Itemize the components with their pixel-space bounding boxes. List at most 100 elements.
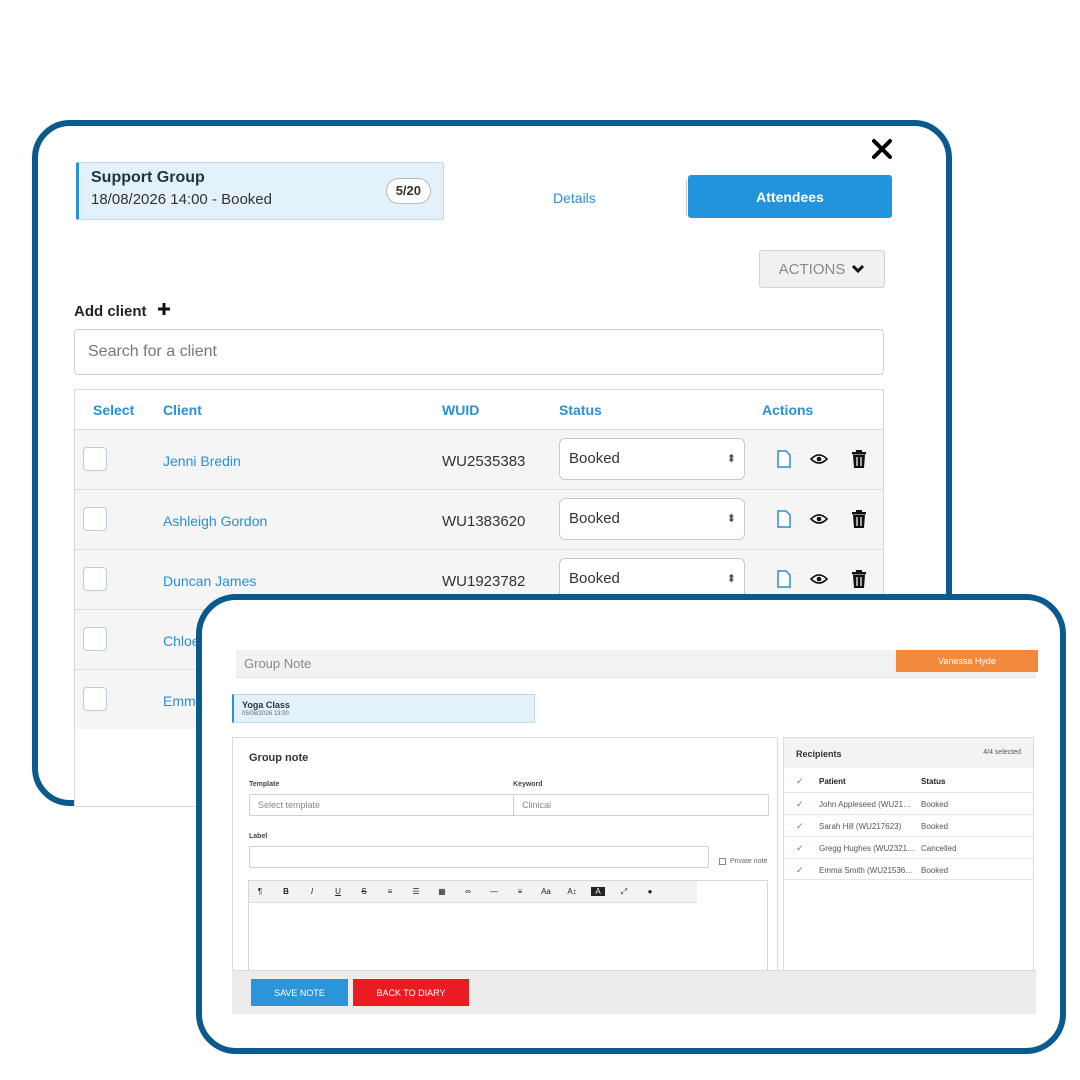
add-client-button[interactable]: Add client xyxy=(74,302,171,320)
select-arrows-icon: ⬍ xyxy=(726,573,736,585)
row-select-checkbox[interactable] xyxy=(83,567,107,591)
status-select[interactable]: Booked ⬍ xyxy=(559,438,745,480)
template-select[interactable]: Select template xyxy=(249,794,531,816)
italic-icon[interactable]: I xyxy=(301,887,323,896)
trash-icon[interactable] xyxy=(848,568,870,590)
keyword-label: Keyword xyxy=(513,781,543,788)
keyword-field[interactable]: Clinical xyxy=(513,794,769,816)
highlight-icon[interactable]: ● xyxy=(639,887,661,896)
trash-icon[interactable] xyxy=(848,448,870,470)
plus-icon xyxy=(157,302,171,320)
table-row: Ashleigh Gordon WU1383620 Booked ⬍ xyxy=(75,489,883,549)
patient-status: Booked xyxy=(921,822,949,831)
recipients-count: 4/4 selected xyxy=(983,749,1021,756)
row-select-checkbox[interactable] xyxy=(83,627,107,651)
list-item: ✓ Sarah Hill (WU217623) Booked xyxy=(784,814,1033,836)
column-header-select: Select xyxy=(93,402,135,418)
client-name-link[interactable]: Duncan James xyxy=(163,573,256,589)
tab-attendees[interactable]: Attendees xyxy=(688,175,892,218)
align-icon[interactable]: ≡ xyxy=(509,887,531,896)
event-datetime: 05/08/2026 13:00 xyxy=(242,711,289,717)
font-size-icon[interactable]: Aa xyxy=(535,887,557,896)
user-badge[interactable]: Vanessa Hyde xyxy=(896,650,1038,672)
column-header-client: Client xyxy=(163,402,202,418)
check-icon[interactable]: ✓ xyxy=(796,821,806,831)
editor-toolbar: ¶ B I U S ≡ ☰ ▦ ∞ — ≡ Aa A↕ A ⤢ ● xyxy=(249,881,697,903)
label-field[interactable] xyxy=(249,846,709,868)
recipients-panel: Recipients 4/4 selected ✓ Patient Status… xyxy=(783,737,1034,970)
private-note-label: Private note xyxy=(730,858,768,865)
recipients-header-row: ✓ Patient Status xyxy=(784,770,1033,792)
form-footer: SAVE NOTE BACK TO DIARY xyxy=(232,970,1036,1014)
actions-dropdown-button[interactable]: ACTIONS xyxy=(759,250,885,288)
checkbox-icon xyxy=(719,858,726,865)
tab-divider xyxy=(686,180,687,216)
bullet-list-icon[interactable]: ≡ xyxy=(379,887,401,896)
recipients-title: Recipients xyxy=(796,749,842,759)
underline-icon[interactable]: U xyxy=(327,887,349,896)
group-session-card: Support Group 18/08/2026 14:00 - Booked … xyxy=(76,162,444,220)
list-item: ✓ Gregg Hughes (WU2321… Cancelled xyxy=(784,836,1033,858)
row-select-checkbox[interactable] xyxy=(83,507,107,531)
status-select-value: Booked xyxy=(569,450,620,467)
numbered-list-icon[interactable]: ☰ xyxy=(405,887,427,896)
check-icon[interactable]: ✓ xyxy=(796,799,806,809)
bold-icon[interactable]: B xyxy=(275,887,297,896)
row-select-checkbox[interactable] xyxy=(83,447,107,471)
select-arrows-icon: ⬍ xyxy=(726,513,736,525)
document-icon[interactable] xyxy=(773,508,795,530)
client-wuid: WU2535383 xyxy=(442,453,526,470)
recipients-header: Recipients 4/4 selected xyxy=(784,738,1033,768)
event-card: Yoga Class 05/08/2026 13:00 xyxy=(232,694,535,723)
status-select[interactable]: Booked ⬍ xyxy=(559,498,745,540)
text-color-icon[interactable]: A xyxy=(591,887,605,896)
page-title: Group Note xyxy=(244,656,312,671)
trash-icon[interactable] xyxy=(848,508,870,530)
client-name-link[interactable]: Jenni Bredin xyxy=(163,453,241,469)
select-all-check-icon[interactable]: ✓ xyxy=(796,776,806,786)
check-icon[interactable]: ✓ xyxy=(796,843,806,853)
client-wuid: WU1923782 xyxy=(442,573,526,590)
back-to-diary-button[interactable]: BACK TO DIARY xyxy=(353,979,469,1006)
rich-text-editor[interactable]: ¶ B I U S ≡ ☰ ▦ ∞ — ≡ Aa A↕ A ⤢ ● xyxy=(248,880,768,976)
client-search-input[interactable] xyxy=(74,329,884,375)
column-header-patient: Patient xyxy=(819,777,846,786)
patient-name: Emma Smith (WU21536… xyxy=(819,866,914,875)
select-arrows-icon: ⬍ xyxy=(726,453,736,465)
horizontal-rule-icon[interactable]: — xyxy=(483,887,505,896)
list-item: ✓ John Appleseed (WU21… Booked xyxy=(784,792,1033,814)
patient-name: Gregg Hughes (WU2321… xyxy=(819,844,916,853)
paragraph-icon[interactable]: ¶ xyxy=(249,887,271,896)
eye-icon[interactable] xyxy=(808,448,830,470)
link-icon[interactable]: ∞ xyxy=(457,887,479,896)
group-note-form: Group note Template Select template Keyw… xyxy=(232,737,778,976)
status-select-value: Booked xyxy=(569,510,620,527)
column-header-status: Status xyxy=(921,777,946,786)
table-icon[interactable]: ▦ xyxy=(431,887,453,896)
row-select-checkbox[interactable] xyxy=(83,687,107,711)
document-icon[interactable] xyxy=(773,448,795,470)
line-height-icon[interactable]: A↕ xyxy=(561,887,583,896)
check-icon[interactable]: ✓ xyxy=(796,865,806,875)
client-name-link[interactable]: Ashleigh Gordon xyxy=(163,513,267,529)
patient-status: Booked xyxy=(921,866,949,875)
client-name-link[interactable]: Chloe xyxy=(163,633,200,649)
group-subtitle: 18/08/2026 14:00 - Booked xyxy=(91,191,272,208)
chevron-down-icon xyxy=(851,261,865,278)
group-title: Support Group xyxy=(91,169,205,186)
eye-icon[interactable] xyxy=(808,568,830,590)
fullscreen-icon[interactable]: ⤢ xyxy=(613,887,635,897)
column-header-status: Status xyxy=(559,402,602,418)
strikethrough-icon[interactable]: S xyxy=(353,887,375,896)
document-icon[interactable] xyxy=(773,568,795,590)
tab-details[interactable]: Details xyxy=(553,190,596,206)
form-heading: Group note xyxy=(249,752,309,764)
capacity-badge: 5/20 xyxy=(385,178,431,204)
private-note-checkbox[interactable]: Private note xyxy=(719,858,767,865)
close-icon[interactable] xyxy=(871,138,899,166)
label-label: Label xyxy=(249,833,268,840)
client-name-link[interactable]: Emm xyxy=(163,693,196,709)
list-item: ✓ Emma Smith (WU21536… Booked xyxy=(784,858,1033,880)
eye-icon[interactable] xyxy=(808,508,830,530)
save-note-button[interactable]: SAVE NOTE xyxy=(251,979,348,1006)
